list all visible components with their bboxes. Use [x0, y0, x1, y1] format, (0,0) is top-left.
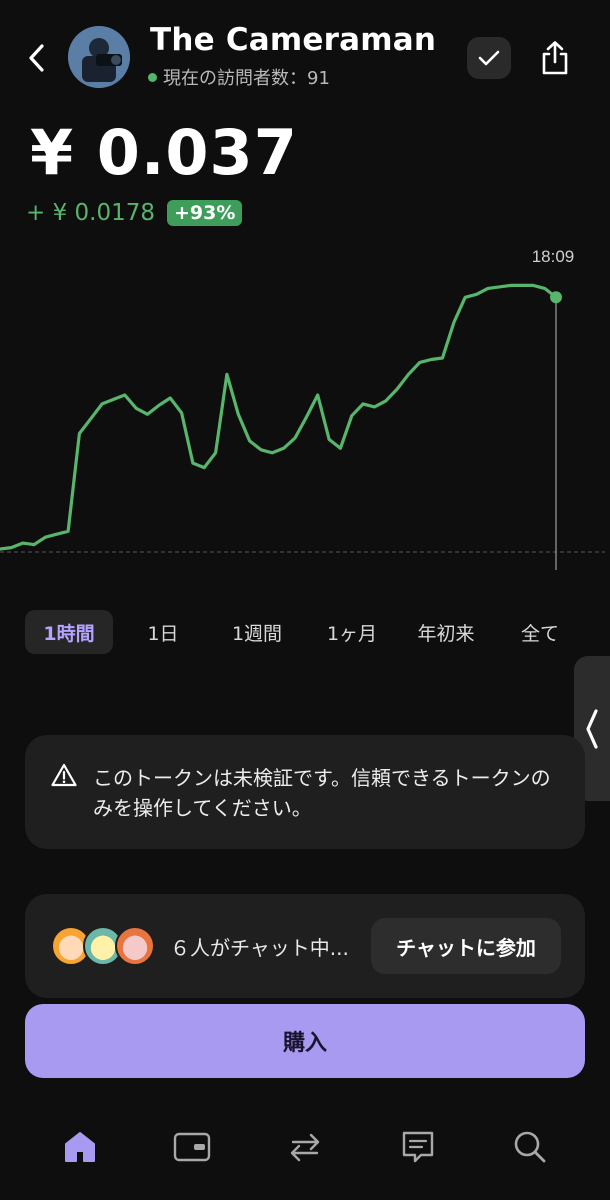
join-chat-button[interactable]: チャットに参加	[371, 918, 561, 974]
warning-text: このトークンは未検証です。信頼できるトークンのみを操作してください。	[93, 766, 551, 820]
price-change-absolute: + ¥ 0.0178	[26, 200, 156, 226]
nav-wallet[interactable]	[170, 1125, 214, 1169]
online-dot-icon	[148, 72, 157, 82]
chat-bar: ６人がチャット中... チャットに参加	[25, 894, 585, 998]
nav-search[interactable]	[508, 1125, 552, 1169]
home-icon	[65, 1132, 95, 1162]
timeframe-1d[interactable]: 1日	[130, 610, 196, 654]
chart-series-line	[0, 283, 558, 551]
search-icon	[514, 1131, 546, 1163]
token-price: ¥ 0.037	[30, 116, 298, 189]
header: The Cameraman 現在の訪問者数：91	[0, 0, 610, 115]
nav-chat[interactable]	[396, 1125, 440, 1169]
participant-avatar	[115, 926, 155, 966]
visitor-count-text: 現在の訪問者数：91	[163, 68, 330, 89]
buy-button[interactable]: 購入	[25, 1004, 585, 1078]
chat-participant-avatars	[51, 926, 161, 966]
warning-icon	[51, 763, 77, 787]
timeframe-selector: 1時間 1日 1週間 1ヶ月 年初来 全て	[0, 610, 610, 654]
timeframe-1w[interactable]: 1週間	[214, 610, 300, 654]
price-change-percent-badge: +93%	[167, 200, 243, 226]
chat-participants-text: ６人がチャット中...	[170, 936, 349, 960]
chevron-left-icon	[586, 708, 598, 749]
chevron-left-icon	[29, 44, 44, 72]
timeframe-all[interactable]: 全て	[506, 610, 574, 654]
avatar[interactable]	[68, 26, 130, 88]
chart-tooltip-time: 18:09	[532, 247, 575, 266]
timeframe-1m[interactable]: 1ヶ月	[312, 610, 392, 654]
timeframe-1h[interactable]: 1時間	[25, 610, 113, 654]
verify-button[interactable]	[467, 37, 511, 79]
chart-hover-point	[550, 291, 562, 304]
nav-swap[interactable]	[283, 1125, 327, 1169]
share-button[interactable]	[533, 36, 577, 80]
page-title: The Cameraman	[150, 22, 437, 58]
swap-icon	[290, 1133, 320, 1162]
wallet-icon	[173, 1132, 211, 1162]
unverified-warning: このトークンは未検証です。信頼できるトークンのみを操作してください。	[25, 735, 585, 849]
timeframe-ytd[interactable]: 年初来	[404, 610, 488, 654]
check-icon	[478, 50, 500, 66]
share-icon	[542, 41, 568, 75]
back-button[interactable]	[22, 38, 52, 78]
visitor-count: 現在の訪問者数：91	[148, 64, 330, 90]
price-change: + ¥ 0.0178 +93%	[26, 200, 243, 226]
nav-home[interactable]	[58, 1125, 102, 1169]
chat-icon	[402, 1131, 434, 1163]
price-chart[interactable]: 18:09	[0, 240, 610, 580]
cameraman-avatar-image	[68, 26, 130, 88]
bottom-nav	[0, 1105, 610, 1200]
